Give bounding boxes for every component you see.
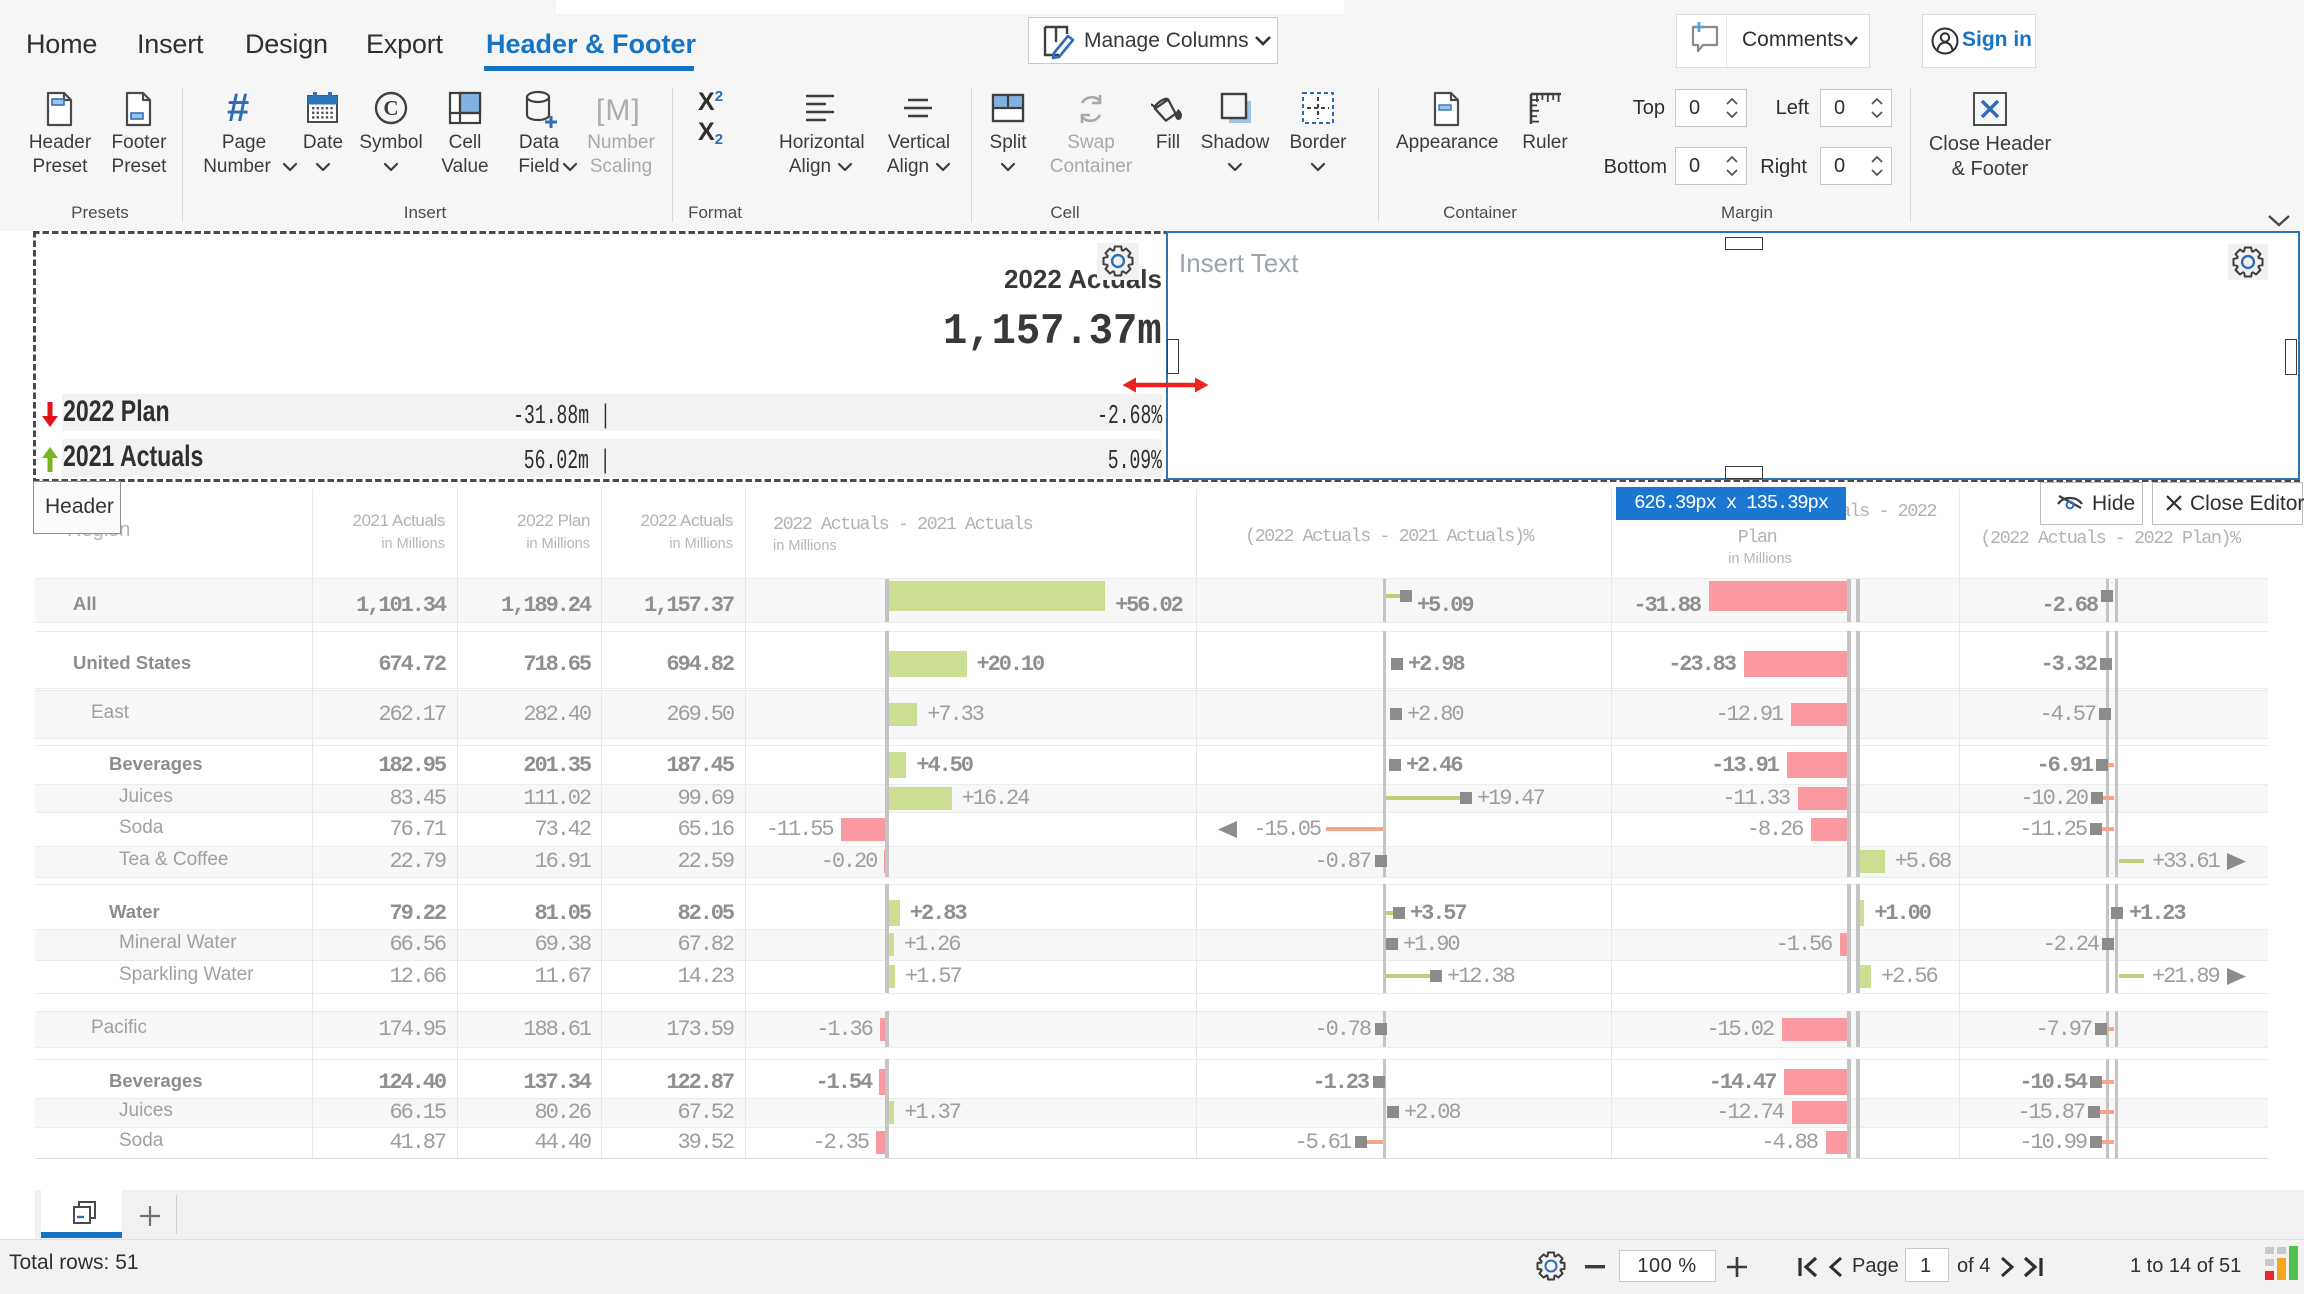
svg-text:C: C [383, 96, 398, 120]
